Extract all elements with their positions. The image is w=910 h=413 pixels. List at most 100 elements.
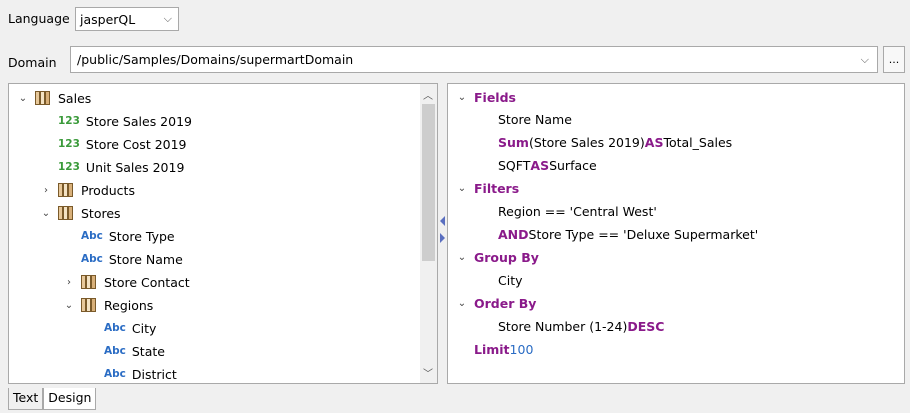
chevron-down-icon[interactable]: ⌄: [63, 300, 75, 311]
scrollbar-thumb[interactable]: [422, 104, 435, 261]
panel-splitter[interactable]: [439, 83, 446, 384]
tree-item-label: Store Type: [108, 228, 175, 244]
numeric-field-icon: 123: [58, 161, 80, 173]
tab-design[interactable]: Design: [43, 388, 97, 410]
chevron-down-icon[interactable]: ⌄: [456, 252, 468, 263]
editor-tabs: Text Design: [8, 388, 97, 410]
domain-select[interactable]: /public/Samples/Domains/supermartDomain …: [70, 46, 878, 73]
tab-text[interactable]: Text: [8, 388, 44, 410]
domain-tree-panel: ⌄ Sales 123 Store Sales 2019 123 Store Cost 2…: [8, 83, 438, 384]
filter-text: Region == 'Central West': [498, 203, 657, 219]
fields-title: Fields: [474, 89, 516, 105]
tree-item-label: Products: [81, 182, 135, 198]
chevron-down-icon: ⌵: [163, 12, 172, 25]
browse-label: ...: [888, 53, 900, 66]
text-field-icon: Abc: [104, 345, 126, 357]
browse-button[interactable]: ...: [883, 46, 905, 73]
field-item[interactable]: Sum (Store Sales 2019) AS Total_Sales: [498, 131, 732, 153]
tree-item-label: Store Cost 2019: [85, 136, 187, 152]
field-item[interactable]: Store Name: [498, 108, 572, 130]
keyword-desc: DESC: [627, 318, 665, 334]
tab-label: Design: [48, 390, 92, 405]
tree-item[interactable]: Abc City: [86, 317, 156, 339]
chevron-down-icon[interactable]: ⌄: [40, 208, 52, 219]
folder-icon: [58, 183, 74, 197]
chevron-right-icon[interactable]: ›: [40, 185, 52, 196]
tree-item[interactable]: 123 Store Cost 2019: [40, 133, 187, 155]
tree-item[interactable]: Abc State: [86, 340, 165, 362]
field-item[interactable]: SQFT AS Surface: [498, 154, 597, 176]
tree-item[interactable]: › Store Contact: [63, 271, 190, 293]
limit-item[interactable]: Limit 100: [474, 338, 533, 360]
tree-item[interactable]: Abc Store Name: [63, 248, 183, 270]
order-item[interactable]: Store Number (1-24) DESC: [498, 315, 664, 337]
group-text: City: [498, 272, 523, 288]
filter-text: Store Type == 'Deluxe Supermarket': [528, 226, 759, 242]
tree-item[interactable]: › Products: [40, 179, 135, 201]
tree-item-label: State: [131, 343, 165, 359]
numeric-field-icon: 123: [58, 138, 80, 150]
filters-title: Filters: [474, 180, 520, 196]
tree-scrollbar[interactable]: ︿ ﹀: [420, 84, 437, 383]
chevron-down-icon[interactable]: ⌄: [17, 93, 29, 104]
language-value: jasperQL: [80, 11, 136, 27]
section-filters[interactable]: ⌄ Filters: [456, 177, 519, 199]
chevron-down-icon[interactable]: ⌄: [456, 298, 468, 309]
group-item[interactable]: City: [498, 269, 523, 291]
limit-value: 100: [509, 341, 534, 357]
scroll-down-icon[interactable]: ﹀: [423, 365, 433, 380]
folder-icon: [58, 206, 74, 220]
keyword-sum: Sum: [498, 134, 529, 150]
tree-item[interactable]: 123 Unit Sales 2019: [40, 156, 184, 178]
keyword-as: AS: [530, 157, 550, 173]
tree-item[interactable]: ⌄ Regions: [63, 294, 154, 316]
chevron-down-icon[interactable]: ⌄: [456, 183, 468, 194]
tree-item-label: Regions: [104, 297, 154, 313]
keyword-as: AS: [644, 134, 664, 150]
tree-item[interactable]: ⌄ Stores: [40, 202, 121, 224]
chevron-right-icon[interactable]: ›: [63, 277, 75, 288]
tree-item-label: Store Contact: [104, 274, 190, 290]
text-field-icon: Abc: [81, 230, 103, 242]
folder-icon: [81, 298, 97, 312]
language-label-text: Language: [8, 11, 70, 26]
domain-value: /public/Samples/Domains/supermartDomain: [77, 52, 354, 67]
domain-label-text: Domain: [8, 55, 57, 70]
language-label: Language: [8, 11, 70, 26]
text-field-icon: Abc: [104, 368, 126, 380]
tree-item-label: Stores: [81, 205, 121, 221]
tree-item[interactable]: Abc District: [86, 363, 177, 383]
tree-item[interactable]: Abc Store Type: [63, 225, 175, 247]
collapse-left-icon[interactable]: [440, 216, 445, 226]
folder-icon: [35, 91, 51, 105]
order-text: Store Number (1-24): [498, 318, 628, 334]
numeric-field-icon: 123: [58, 115, 80, 127]
text-field-icon: Abc: [81, 253, 103, 265]
section-group-by[interactable]: ⌄ Group By: [456, 246, 539, 268]
order-by-title: Order By: [474, 295, 537, 311]
tree-item[interactable]: ⌄ Sales: [17, 87, 91, 109]
collapse-right-icon[interactable]: [440, 233, 445, 243]
field-alias: Total_Sales: [663, 134, 733, 150]
domain-label: Domain: [8, 55, 57, 70]
tree-item-label: District: [131, 366, 177, 382]
chevron-down-icon: ⌵: [860, 53, 869, 66]
chevron-down-icon[interactable]: ⌄: [456, 92, 468, 103]
field-text: SQFT: [498, 157, 531, 173]
tab-label: Text: [13, 390, 39, 405]
scroll-up-icon[interactable]: ︿: [423, 87, 433, 102]
tree-item-label: City: [131, 320, 157, 336]
language-select[interactable]: jasperQL ⌵: [75, 7, 179, 31]
group-by-title: Group By: [474, 249, 539, 265]
filter-item[interactable]: AND Store Type == 'Deluxe Supermarket': [498, 223, 758, 245]
text-field-icon: Abc: [104, 322, 126, 334]
tree-item-label: Store Name: [108, 251, 183, 267]
filter-item[interactable]: Region == 'Central West': [498, 200, 657, 222]
field-alias: Surface: [549, 157, 597, 173]
section-fields[interactable]: ⌄ Fields: [456, 86, 516, 108]
section-order-by[interactable]: ⌄ Order By: [456, 292, 537, 314]
tree-item[interactable]: 123 Store Sales 2019: [40, 110, 192, 132]
field-text: (Store Sales 2019): [528, 134, 645, 150]
tree-item-label: Sales: [58, 90, 92, 106]
keyword-limit: Limit: [474, 341, 510, 357]
